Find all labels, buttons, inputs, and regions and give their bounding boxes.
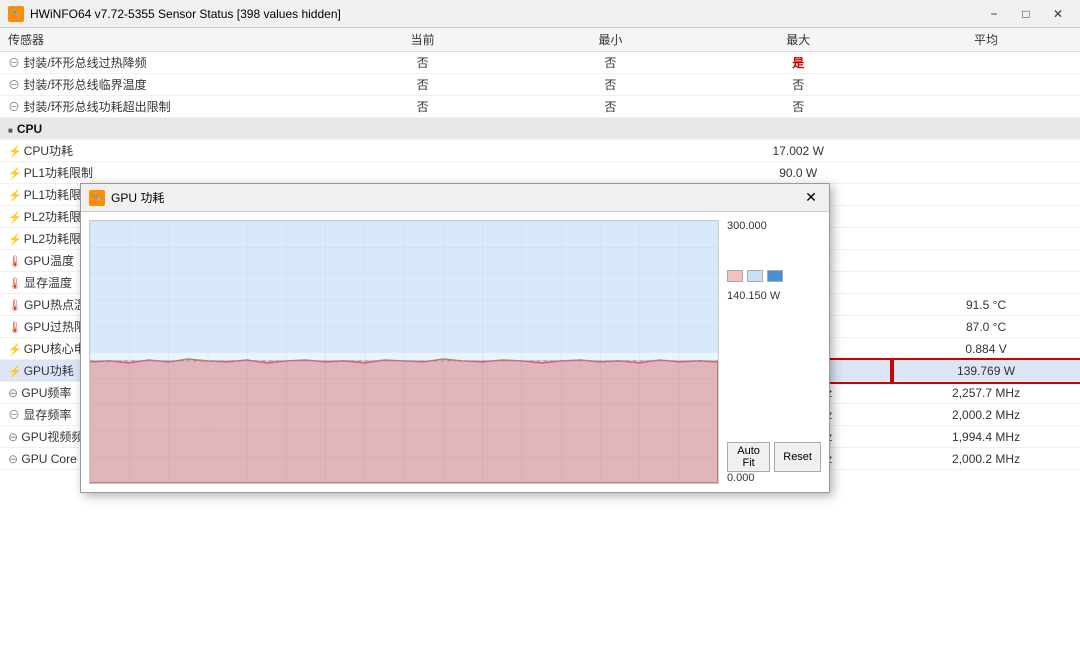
table-row[interactable]: ⚡PL1功耗限制 90.0 W [0, 162, 1080, 184]
min-value-cell: 否 [517, 52, 705, 74]
chart-current-label: 140.150 W [727, 290, 821, 302]
title-bar: 🔧 HWiNFO64 v7.72-5355 Sensor Status [398… [0, 0, 1080, 28]
avg-value-cell [892, 228, 1080, 250]
app-icon: 🔧 [8, 6, 24, 22]
max-value-cell: 17.002 W [704, 140, 892, 162]
min-value-cell [517, 140, 705, 162]
section-header-cell: ■CPU [0, 118, 1080, 140]
avg-value-cell: 139.769 W [892, 360, 1080, 382]
header-current: 当前 [329, 28, 517, 52]
avg-value-cell [892, 206, 1080, 228]
autofit-button[interactable]: Auto Fit [727, 442, 770, 472]
title-bar-controls: − □ ✕ [980, 4, 1072, 24]
min-value-cell [517, 162, 705, 184]
legend-blue [767, 270, 783, 282]
maximize-button[interactable]: □ [1012, 4, 1040, 24]
avg-value-cell: 1,994.4 MHz [892, 426, 1080, 448]
current-value-cell: 否 [329, 52, 517, 74]
dialog-titlebar: 🔧 GPU 功耗 ✕ [81, 184, 829, 212]
reset-button[interactable]: Reset [774, 442, 821, 472]
avg-value-cell: 91.5 °C [892, 294, 1080, 316]
max-value-cell: 90.0 W [704, 162, 892, 184]
dialog-icon: 🔧 [89, 190, 105, 206]
max-value-cell: 否 [704, 96, 892, 118]
sensor-name-cell: ⊖ 封装/环形总线功耗超出限制 [0, 96, 329, 118]
dialog-title: GPU 功耗 [111, 189, 164, 206]
max-value-cell: 是 [704, 52, 892, 74]
chart-right-panel: 300.000 140.150 W Auto Fit Reset 0.000 [719, 212, 829, 492]
main-content: 传感器 当前 最小 最大 平均 ⊖ 封装/环形总线过热降频否否是⊖ 封装/环形总… [0, 28, 1080, 646]
close-button[interactable]: ✕ [1044, 4, 1072, 24]
chart-zero-label: 0.000 [727, 472, 821, 484]
min-value-cell: 否 [517, 96, 705, 118]
dialog-titlebar-left: 🔧 GPU 功耗 [89, 189, 164, 206]
chart-legend [727, 270, 821, 282]
gpu-power-dialog: 🔧 GPU 功耗 ✕ [80, 183, 830, 493]
table-row[interactable]: ⚡CPU功耗 17.002 W [0, 140, 1080, 162]
max-value-cell: 否 [704, 74, 892, 96]
avg-value-cell [892, 96, 1080, 118]
header-min: 最小 [517, 28, 705, 52]
sensor-name-cell: ⚡PL1功耗限制 [0, 162, 329, 184]
avg-value-cell [892, 272, 1080, 294]
avg-value-cell [892, 250, 1080, 272]
table-row[interactable]: ■CPU [0, 118, 1080, 140]
chart-bottom-controls: Auto Fit Reset 0.000 [727, 442, 821, 484]
sensor-name-cell: ⊖ 封装/环形总线临界温度 [0, 74, 329, 96]
min-value-cell: 否 [517, 74, 705, 96]
header-max: 最大 [704, 28, 892, 52]
avg-value-cell: 2,000.2 MHz [892, 448, 1080, 470]
chart-area [89, 220, 719, 484]
current-value-cell: 否 [329, 96, 517, 118]
avg-value-cell [892, 52, 1080, 74]
legend-light-blue [747, 270, 763, 282]
chart-svg [90, 221, 718, 483]
table-row[interactable]: ⊖ 封装/环形总线功耗超出限制否否否 [0, 96, 1080, 118]
sensor-name-cell: ⊖ 封装/环形总线过热降频 [0, 52, 329, 74]
avg-value-cell [892, 162, 1080, 184]
current-value-cell: 否 [329, 74, 517, 96]
current-value-cell [329, 162, 517, 184]
current-value-cell [329, 140, 517, 162]
window-title: HWiNFO64 v7.72-5355 Sensor Status [398 v… [30, 7, 341, 21]
legend-pink [727, 270, 743, 282]
header-sensor: 传感器 [0, 28, 329, 52]
dialog-body: 300.000 140.150 W Auto Fit Reset 0.000 [81, 212, 829, 492]
header-avg: 平均 [892, 28, 1080, 52]
title-bar-left: 🔧 HWiNFO64 v7.72-5355 Sensor Status [398… [8, 6, 341, 22]
avg-value-cell [892, 184, 1080, 206]
chart-buttons: Auto Fit Reset [727, 442, 821, 472]
chart-max-label: 300.000 [727, 220, 821, 232]
sensor-name-cell: ⚡CPU功耗 [0, 140, 329, 162]
minimize-button[interactable]: − [980, 4, 1008, 24]
dialog-close-button[interactable]: ✕ [801, 188, 821, 208]
avg-value-cell: 2,257.7 MHz [892, 382, 1080, 404]
table-row[interactable]: ⊖ 封装/环形总线过热降频否否是 [0, 52, 1080, 74]
avg-value-cell [892, 74, 1080, 96]
avg-value-cell: 2,000.2 MHz [892, 404, 1080, 426]
avg-value-cell [892, 140, 1080, 162]
avg-value-cell: 87.0 °C [892, 316, 1080, 338]
avg-value-cell: 0.884 V [892, 338, 1080, 360]
table-row[interactable]: ⊖ 封装/环形总线临界温度否否否 [0, 74, 1080, 96]
